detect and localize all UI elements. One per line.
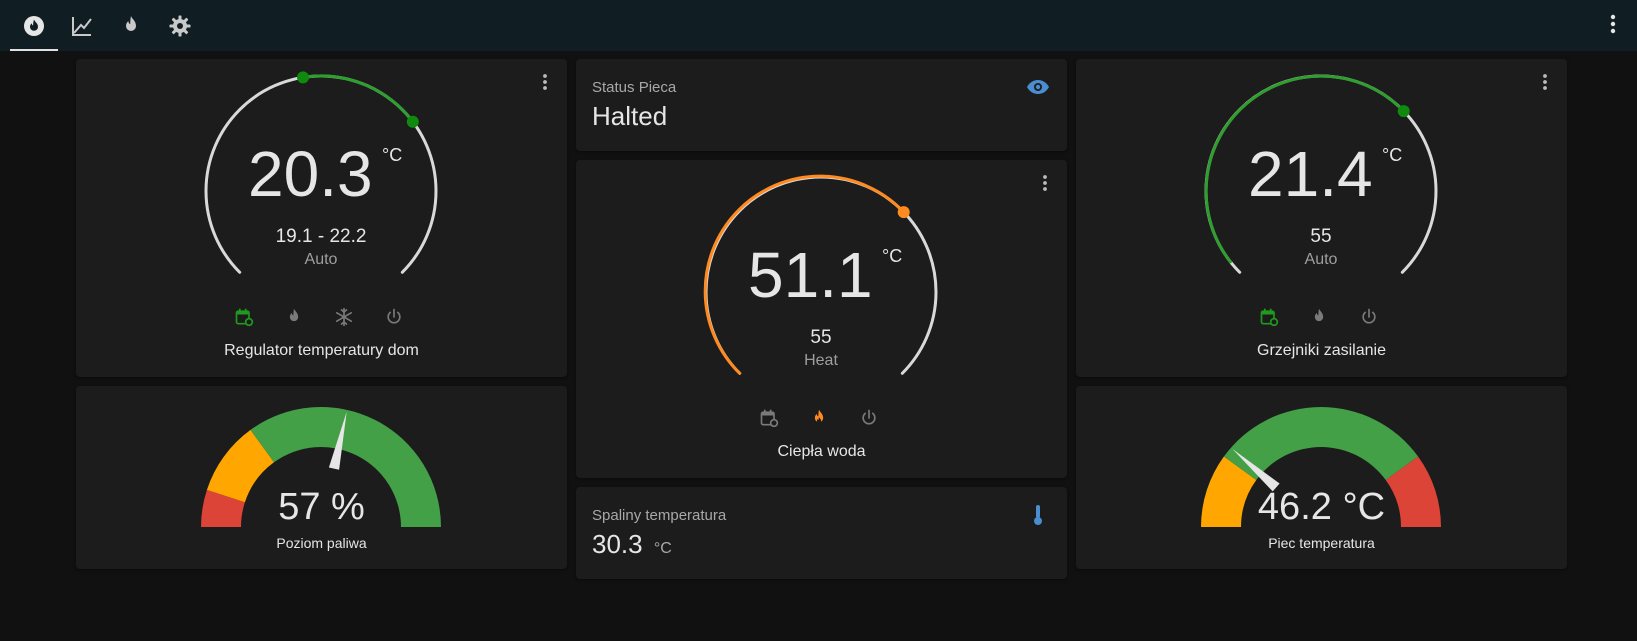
mode-off-button[interactable] [854, 403, 884, 433]
app-menu-button[interactable] [1599, 10, 1627, 38]
target-temperature: 55 [810, 327, 832, 348]
target-handle[interactable] [1397, 105, 1410, 118]
gauge-name: Piec temperatura [1268, 535, 1375, 551]
target-high-handle[interactable] [406, 115, 419, 128]
thermometer-icon [1025, 502, 1051, 528]
entity-label: Status Pieca [592, 79, 677, 96]
current-temperature: 20.3 [248, 138, 373, 210]
thermostat-card-radiators: 21.4 °C 55 Auto Grzejniki zasilanie [1076, 59, 1567, 377]
current-temperature: 51.1 [748, 239, 873, 311]
fire-circle-icon [24, 15, 44, 36]
fire-icon [1314, 308, 1324, 322]
tab-heating[interactable] [107, 0, 155, 51]
thermostat-card-water: 51.1 °C 55 Heat Ciepła woda [576, 160, 1067, 478]
thermostat-name: Grzejniki zasilanie [1257, 342, 1386, 359]
snowflake-icon [335, 307, 353, 327]
temperature-unit: °C [382, 145, 403, 165]
target-handle[interactable] [897, 206, 910, 219]
mode-auto-button[interactable] [754, 403, 784, 433]
power-icon [1362, 308, 1376, 324]
chart-line-icon [72, 16, 92, 36]
tab-settings[interactable] [156, 0, 204, 51]
target-range: 19.1 - 22.2 [275, 226, 367, 247]
mode-cool-button[interactable] [329, 302, 359, 332]
hvac-mode: Heat [804, 352, 838, 369]
entity-card-status-pieca[interactable]: Status Pieca Halted [576, 59, 1067, 151]
fire-icon [289, 308, 299, 322]
thermostat-name: Ciepła woda [777, 443, 866, 460]
mode-heat-button[interactable] [279, 302, 309, 332]
gauge-value: 46.2 °C [1257, 486, 1386, 528]
fire-icon [814, 409, 824, 423]
current-temperature: 21.4 [1248, 138, 1373, 210]
gear-icon [169, 15, 191, 36]
mode-off-button[interactable] [379, 302, 409, 332]
hvac-mode: Auto [304, 251, 338, 268]
gauge-value: 57 % [278, 486, 365, 528]
entity-label: Spaliny temperatura [592, 507, 727, 524]
thermostat-name: Regulator temperatury dom [224, 342, 419, 359]
power-icon [862, 409, 876, 425]
target-low-handle[interactable] [297, 71, 309, 84]
tab-home[interactable] [10, 0, 58, 51]
power-icon [387, 308, 401, 324]
temperature-unit: °C [882, 246, 903, 266]
target-temperature: 55 [1310, 226, 1332, 247]
calendar-sync-icon [235, 308, 254, 327]
spaliny-value: 30.3 [592, 529, 643, 559]
calendar-sync-icon [760, 409, 779, 428]
hvac-mode: Auto [1304, 251, 1338, 268]
entity-card-spaliny[interactable]: Spaliny temperatura 30.3 °C [576, 487, 1067, 579]
mode-heat-button[interactable] [804, 403, 834, 433]
gauge-card-fuel[interactable]: 57 % Poziom paliwa [76, 386, 567, 569]
top-app-bar [0, 0, 1637, 51]
eye-icon [1025, 74, 1051, 100]
mode-heat-button[interactable] [1304, 302, 1334, 332]
entity-state: Halted [592, 101, 668, 131]
mode-auto-button[interactable] [229, 302, 259, 332]
calendar-sync-icon [1260, 308, 1279, 327]
thermostat-dial[interactable] [76, 59, 567, 377]
thermostat-card-home: 20.3 °C 19.1 - 22.2 Auto Regulator tempe… [76, 59, 567, 377]
entity-value: 30.3 °C [592, 529, 672, 560]
dots-vertical-icon [1610, 14, 1616, 34]
temperature-unit: °C [1382, 145, 1403, 165]
gauge-name: Poziom paliwa [276, 535, 367, 551]
gauge-card-piec[interactable]: 46.2 °C Piec temperatura [1076, 386, 1567, 569]
mode-off-button[interactable] [1354, 302, 1384, 332]
mode-auto-button[interactable] [1254, 302, 1284, 332]
fire-icon [126, 15, 136, 31]
spaliny-unit: °C [653, 540, 672, 557]
tab-history[interactable] [58, 0, 106, 51]
